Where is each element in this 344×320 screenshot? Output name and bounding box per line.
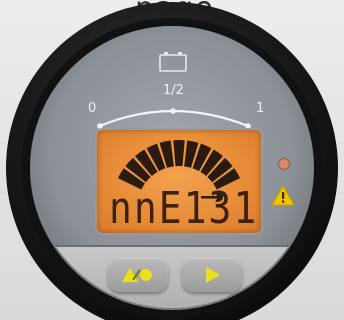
indicator-led <box>278 158 290 170</box>
play-icon <box>206 267 220 283</box>
alert-cycle-icon <box>122 268 152 282</box>
scale-tick <box>170 108 176 114</box>
lcd-readout: nnE131 <box>109 182 259 234</box>
alert-cycle-button[interactable] <box>108 258 168 292</box>
fuel-bar-segment <box>173 140 185 167</box>
scale-label-max: 1 <box>256 101 264 116</box>
scale-label-mid: 1/2 <box>163 83 184 98</box>
photo-scene: page <box>0 0 344 320</box>
scale-tick <box>245 123 251 129</box>
scale-label-min: 0 <box>88 101 96 116</box>
next-button[interactable] <box>182 258 242 292</box>
lcd-display: nnE131 <box>97 130 261 233</box>
scale-tick <box>97 123 103 129</box>
